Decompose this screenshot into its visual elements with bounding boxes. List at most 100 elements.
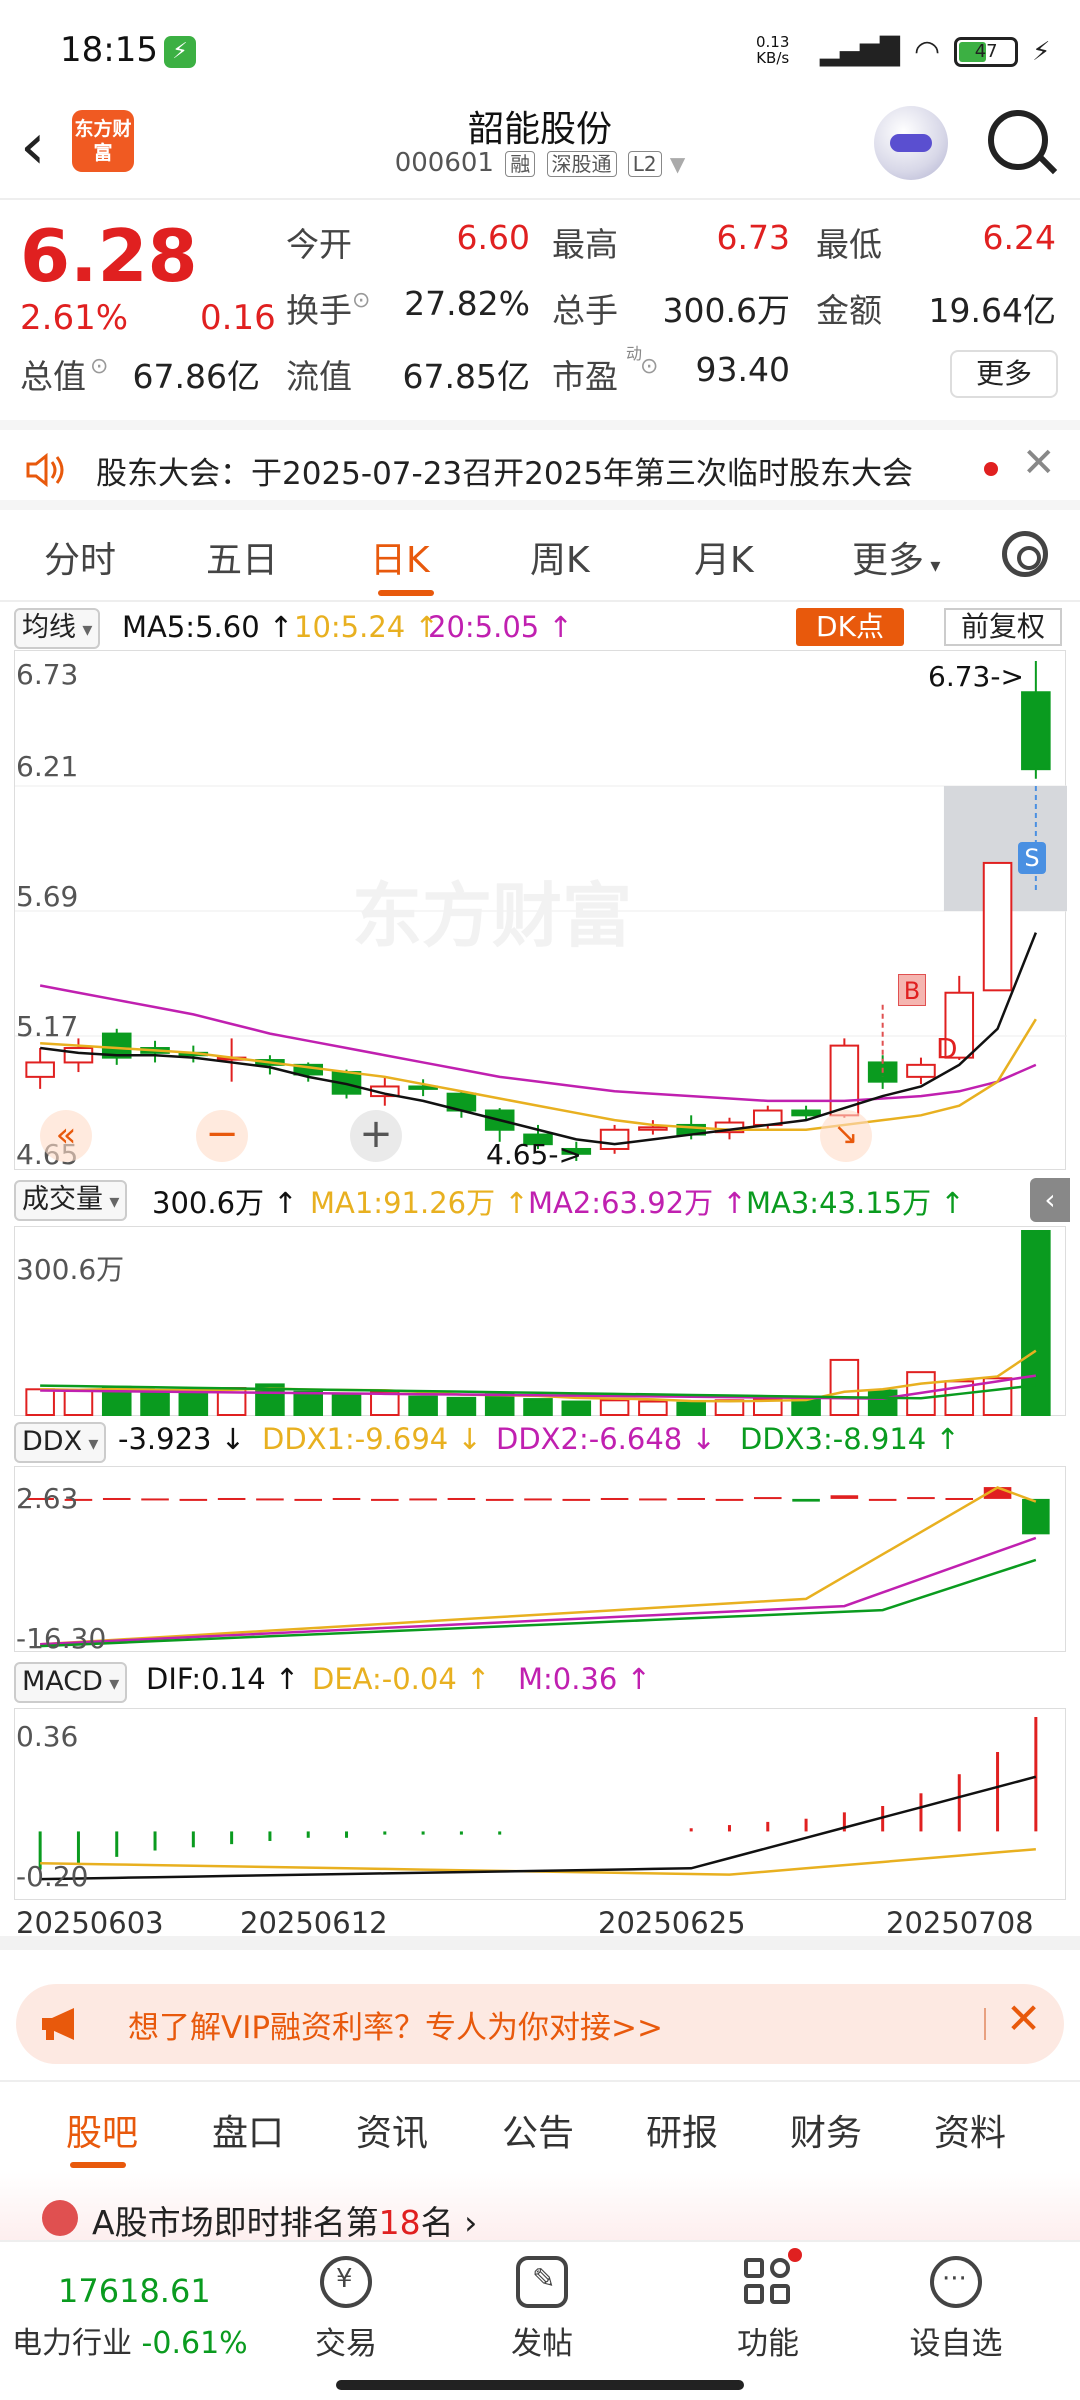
rank-banner[interactable]: A股市场即时排名第18名 › (0, 2172, 1080, 2242)
nav-functions[interactable]: 功能 (708, 2248, 828, 2363)
tab-monthly-k[interactable]: 月K (694, 531, 754, 583)
tab-profile[interactable]: 资料 (934, 2104, 1006, 2156)
ma20-line (39, 984, 1037, 1103)
sell-marker[interactable]: S (1018, 842, 1046, 874)
kline-y-label: 6.73 (16, 658, 79, 691)
volume-legend: 成交量 300.6万 ↑ MA1:91.26万 ↑ MA2:63.92万 ↑ M… (0, 1178, 1080, 1222)
nav-add-watchlist[interactable]: ··· 设自选 (896, 2256, 1016, 2363)
scroll-left-button[interactable]: « (40, 1110, 92, 1162)
settings-gear-icon[interactable] (1002, 531, 1048, 577)
volume-selector[interactable]: 成交量 (14, 1180, 128, 1221)
ddx3-line (40, 1558, 1037, 1648)
tab-intraday[interactable]: 分时 (44, 531, 116, 583)
tab-research[interactable]: 研报 (646, 2104, 718, 2156)
macd-chart (38, 1717, 1038, 1881)
volume-bar (484, 1393, 515, 1417)
ddx-bar (409, 1498, 437, 1501)
macd-selector[interactable]: MACD (14, 1662, 128, 1703)
date-label: 20250708 (886, 1906, 1034, 1940)
vip-banner[interactable]: 想了解VIP融资利率？专人为你对接>> ✕ (16, 1984, 1064, 2064)
adjust-button[interactable]: 前复权 (944, 608, 1062, 646)
ddx-bar (447, 1497, 476, 1500)
speaker-icon (26, 452, 64, 488)
candle-body (982, 861, 1013, 992)
info-icon[interactable]: ⊙ (640, 354, 658, 379)
ddx-bar (715, 1498, 744, 1501)
more-dots-icon: ··· (930, 2256, 982, 2308)
tab-order-book[interactable]: 盘口 (212, 2104, 284, 2156)
edit-icon: ✎ (516, 2256, 568, 2308)
ma-legend: 均线 MA5:5.60 ↑ 10:5.24 ↑ 20:5.05 ↑ DK点 前复… (0, 604, 1080, 649)
tab-news[interactable]: 资讯 (356, 2104, 428, 2156)
tab-forum[interactable]: 股吧 (66, 2104, 138, 2156)
status-bar: 18:15 ⚡ 0.13 KB/s ▂▄▆█ ◠ 47 ⚡ (0, 0, 1080, 100)
search-icon[interactable] (988, 110, 1048, 170)
ddx-legend: DDX -3.923 ↓ DDX1:-9.694 ↓ DDX2:-6.648 ↓… (0, 1420, 1080, 1464)
tab-announcements[interactable]: 公告 (502, 2104, 574, 2156)
notice-bar[interactable]: 股东大会：于2025-07-23召开2025年第三次临时股东大会 ✕ (0, 420, 1080, 510)
volume-bar (446, 1396, 477, 1417)
dif-value: DIF:0.14 ↑ (146, 1662, 300, 1696)
scroll-right-button[interactable]: ↘ (820, 1110, 872, 1162)
back-arrow-icon[interactable]: ‹ (20, 112, 46, 182)
ddx-panel[interactable] (14, 1466, 1066, 1652)
tab-weekly-k[interactable]: 周K (530, 531, 590, 583)
index-value[interactable]: 17618.61 (58, 2272, 211, 2310)
ddx-selector[interactable]: DDX (14, 1422, 107, 1463)
assistant-robot-icon[interactable] (874, 106, 948, 180)
volume-bar (561, 1400, 592, 1416)
collapse-panel-button[interactable]: ‹ (1030, 1178, 1070, 1222)
more-button[interactable]: 更多 (950, 350, 1058, 398)
dk-point-button[interactable]: DK点 (796, 608, 904, 646)
tab-more[interactable]: 更多 ▾ (852, 531, 940, 583)
candle-body (599, 1128, 630, 1150)
change-amount: 0.16 (200, 298, 276, 338)
industry-change[interactable]: 电力行业 -0.61% (12, 2318, 248, 2362)
indicator-selector[interactable]: 均线 (14, 608, 101, 649)
ddx-y-bottom: -16.30 (16, 1622, 107, 1655)
close-icon[interactable]: ✕ (1006, 1994, 1041, 2043)
volume-bar (178, 1389, 209, 1417)
float-cap-value: 67.85亿 (402, 357, 530, 396)
stock-code: 000601 (394, 148, 494, 178)
zoom-in-button[interactable]: + (350, 1110, 402, 1162)
macd-panel[interactable] (14, 1708, 1066, 1900)
dropdown-icon[interactable]: ▼ (670, 152, 685, 176)
close-icon[interactable]: ✕ (1022, 440, 1056, 486)
dea-value: DEA:-0.04 ↑ (312, 1662, 491, 1696)
tab-daily-k[interactable]: 日K (370, 531, 430, 583)
trade-icon: ¥ (320, 2256, 372, 2308)
low-value: 6.24 (982, 218, 1056, 257)
dif-line (40, 1775, 1037, 1881)
ddx-bar (753, 1497, 782, 1500)
info-icon[interactable]: ⊙ (90, 354, 108, 379)
nav-post[interactable]: ✎ 发帖 (482, 2256, 602, 2363)
volume-bar (293, 1390, 324, 1416)
date-label: 20250603 (16, 1906, 164, 1940)
turnover-value: 27.82% (404, 284, 530, 323)
vip-text: 想了解VIP融资利率？专人为你对接>> (128, 2010, 663, 2046)
high-value: 6.73 (716, 218, 790, 257)
zoom-out-button[interactable]: − (196, 1110, 248, 1162)
buy-marker[interactable]: B (898, 974, 926, 1006)
macd-legend: MACD DIF:0.14 ↑ DEA:-0.04 ↑ M:0.36 ↑ (0, 1660, 1080, 1704)
ddx2-value: DDX2:-6.648 ↓ (496, 1422, 716, 1456)
kline-y-label: 5.17 (16, 1010, 79, 1043)
volume-bar (638, 1400, 668, 1416)
nav-trade[interactable]: ¥ 交易 (286, 2256, 406, 2363)
ma20-value: 20:5.05 ↑ (428, 610, 573, 644)
tabs-divider (0, 600, 1080, 602)
info-icon[interactable]: ⊙ (352, 288, 370, 313)
macd-y-top: 0.36 (16, 1720, 79, 1753)
m-value: M:0.36 ↑ (518, 1662, 651, 1696)
volume-bar (25, 1388, 55, 1416)
date-label: 20250625 (598, 1906, 746, 1940)
volume-bar (599, 1399, 630, 1417)
tab-financials[interactable]: 财务 (790, 2104, 862, 2156)
unread-dot (984, 462, 998, 476)
volume-panel[interactable] (14, 1226, 1066, 1417)
eastmoney-logo[interactable]: 东方财富 (72, 110, 134, 172)
ddx-bar (792, 1498, 820, 1502)
battery-icon: 47 (954, 36, 1019, 67)
tab-five-day[interactable]: 五日 (206, 531, 278, 583)
